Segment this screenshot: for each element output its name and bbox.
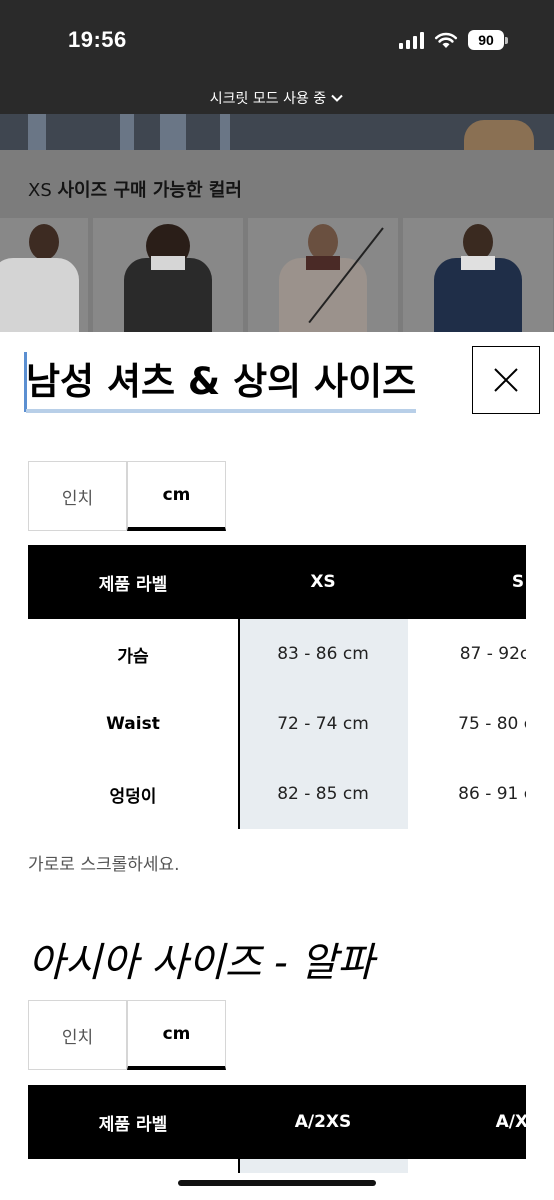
modal-title: 남성 셔츠 & 상의 사이즈 [26, 358, 417, 413]
header-size-a-2xs: A/2XS [294, 1112, 352, 1132]
incognito-mode-bar[interactable]: 시크릿 모드 사용 중 [0, 82, 554, 114]
chevron-down-icon [330, 91, 344, 105]
status-icons: 90 [399, 30, 508, 50]
wifi-icon [434, 31, 458, 49]
row-label: 가슴 [117, 646, 149, 667]
product-thumbnail[interactable] [403, 218, 553, 332]
scroll-hint: 가로로 스크롤하세요. [28, 855, 180, 875]
unit-inch-button[interactable]: 인치 [28, 461, 127, 531]
size-table[interactable]: 제품 라벨 XS S 가슴 83 - 86 cm 87 - 92cr Waist… [28, 545, 526, 829]
close-icon [494, 368, 518, 392]
unit-cm-button[interactable]: cm [127, 461, 226, 531]
size-guide-modal: 남성 셔츠 & 상의 사이즈 인치 cm 제품 라벨 XS S 가슴 83 - … [0, 332, 554, 1200]
header-product-label: 제품 라벨 [98, 1114, 168, 1135]
product-thumbnail[interactable] [248, 218, 398, 332]
row-label: 엉덩이 [109, 786, 157, 807]
header-product-label: 제품 라벨 [98, 574, 168, 595]
row-label: Waist [106, 714, 160, 734]
asia-unit-cm-button[interactable]: cm [127, 1000, 226, 1070]
table-row: Waist 72 - 74 cm 75 - 80 cı [28, 689, 526, 759]
header-size-a-xs: A/XS [495, 1112, 526, 1132]
size-table-header: 제품 라벨 XS S [28, 545, 526, 619]
background-banner-image [0, 114, 554, 150]
cell-s: 87 - 92cr [459, 644, 526, 664]
product-thumbnail[interactable] [0, 218, 88, 332]
header-size-s: S [511, 572, 525, 592]
cell-s: 86 - 91 cı [458, 784, 526, 804]
cell-xs: 82 - 85 cm [238, 759, 408, 829]
asia-unit-toggle: 인치 cm [28, 1000, 226, 1070]
battery-icon: 90 [468, 30, 508, 50]
status-bar: 19:56 90 [0, 0, 554, 82]
home-indicator[interactable] [178, 1180, 376, 1186]
color-options-list [0, 218, 554, 332]
cell-xs: 83 - 86 cm [238, 619, 408, 689]
table-row: 엉덩이 82 - 85 cm 86 - 91 cı [28, 759, 526, 829]
incognito-label: 시크릿 모드 사용 중 [209, 91, 327, 107]
asia-size-title: 아시아 사이즈 - 알파 [28, 940, 375, 986]
battery-level: 90 [468, 30, 504, 50]
asia-size-table[interactable]: 제품 라벨 A/2XS A/XS [28, 1085, 526, 1173]
asia-table-body [28, 1159, 526, 1173]
available-colors-heading: XS 사이즈 구매 가능한 컬러 [28, 180, 242, 201]
header-size-xs: XS [310, 572, 336, 592]
background-page-overlay[interactable]: XS 사이즈 구매 가능한 컬러 [0, 114, 554, 332]
asia-table-header: 제품 라벨 A/2XS A/XS [28, 1085, 526, 1159]
table-row: 가슴 83 - 86 cm 87 - 92cr [28, 619, 526, 689]
product-thumbnail[interactable] [93, 218, 243, 332]
unit-toggle: 인치 cm [28, 461, 226, 531]
size-table-body: 가슴 83 - 86 cm 87 - 92cr Waist 72 - 74 cm… [28, 619, 526, 829]
cell-s: 75 - 80 cı [458, 714, 526, 734]
close-button[interactable] [472, 346, 540, 414]
asia-unit-inch-button[interactable]: 인치 [28, 1000, 127, 1070]
signal-icon [399, 31, 424, 49]
status-time: 19:56 [68, 27, 127, 52]
cell-xs: 72 - 74 cm [238, 689, 408, 759]
